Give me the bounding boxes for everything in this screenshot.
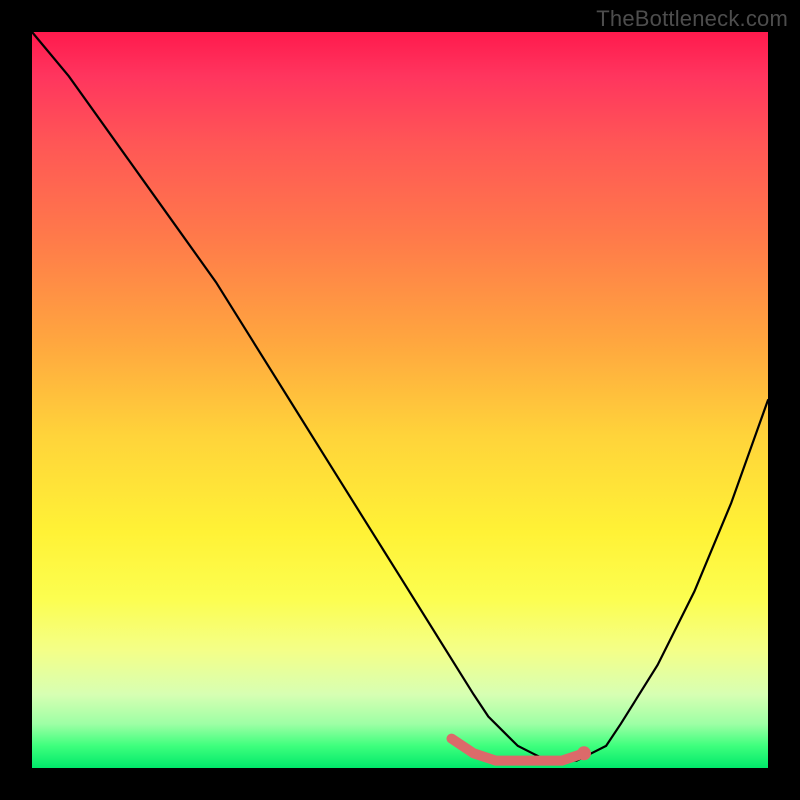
optimal-end-dot bbox=[577, 746, 591, 760]
optimal-zone-highlight bbox=[452, 739, 585, 761]
plot-area bbox=[32, 32, 768, 768]
chart-svg bbox=[32, 32, 768, 768]
watermark-text: TheBottleneck.com bbox=[596, 6, 788, 32]
chart-container: TheBottleneck.com bbox=[0, 0, 800, 800]
bottleneck-curve-line bbox=[32, 32, 768, 761]
